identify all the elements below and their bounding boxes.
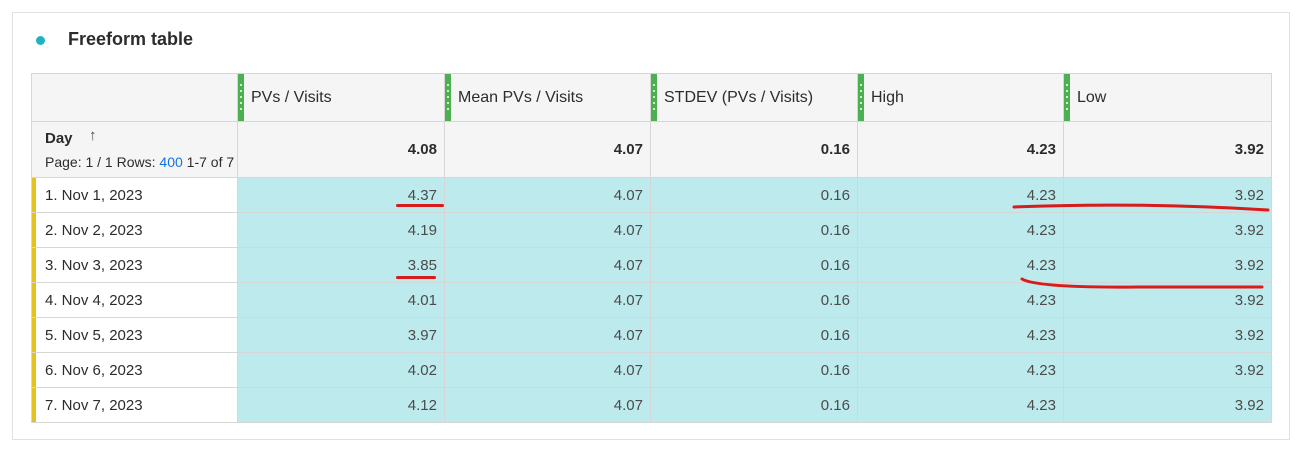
row-label-text: 3. Nov 3, 2023 [45,256,143,274]
dimension-header-blank [31,73,238,122]
panel-status-dot-icon [36,36,45,45]
row-indicator [32,248,36,282]
annotation-underline [396,204,444,207]
table-cell[interactable]: 4.23 [857,352,1064,388]
column-header-row: PVs / Visits Mean PVs / Visits STDEV (PV… [31,73,1272,122]
dimension-header[interactable]: Day ↑ Page: 1 / 1 Rows: 400 1-7 of 7 [31,121,238,178]
column-header[interactable]: High [857,73,1064,122]
table-cell[interactable]: 4.07 [444,212,651,248]
column-header-label: Mean PVs / Visits [458,89,584,106]
table-cell[interactable]: 4.07 [444,317,651,353]
row-label[interactable]: 1. Nov 1, 2023 [31,177,238,213]
table-cell[interactable]: 4.23 [857,317,1064,353]
table-cell[interactable]: 3.97 [237,317,445,353]
table-cell[interactable]: 0.16 [650,247,858,283]
column-header-label: High [871,89,904,106]
annotation-underline [396,276,436,279]
total-cell: 4.23 [857,121,1064,178]
table-cell[interactable]: 4.07 [444,177,651,213]
arrow-up-icon[interactable]: ↑ [89,127,97,144]
table-cell[interactable]: 3.92 [1063,317,1272,353]
dimension-header-label[interactable]: Day [45,130,73,147]
table-row[interactable]: 6. Nov 6, 2023 4.02 4.07 0.16 4.23 3.92 [31,352,1272,388]
totals-row: Day ↑ Page: 1 / 1 Rows: 400 1-7 of 7 4.0… [31,121,1272,178]
column-header-label: Low [1077,89,1107,106]
row-indicator [32,213,36,247]
column-header[interactable]: Mean PVs / Visits [444,73,651,122]
table-cell[interactable]: 4.07 [444,352,651,388]
annotation-stroke-path [1020,277,1264,289]
drag-handle-icon[interactable] [651,74,657,121]
column-header-label: STDEV (PVs / Visits) [664,89,814,106]
table-row[interactable]: 7. Nov 7, 2023 4.12 4.07 0.16 4.23 3.92 [31,387,1272,423]
row-label-text: 4. Nov 4, 2023 [45,291,143,309]
pagination: Page: 1 / 1 Rows: 400 1-7 of 7 [45,154,237,170]
row-label[interactable]: 6. Nov 6, 2023 [31,352,238,388]
table-cell[interactable]: 4.02 [237,352,445,388]
drag-handle-icon[interactable] [445,74,451,121]
table-cell[interactable]: 4.01 [237,282,445,318]
row-label[interactable]: 7. Nov 7, 2023 [31,387,238,423]
table-cell[interactable]: 4.37 [237,177,445,213]
row-indicator [32,353,36,387]
table-cell[interactable]: 4.07 [444,282,651,318]
row-label-text: 7. Nov 7, 2023 [45,396,143,414]
total-cell: 0.16 [650,121,858,178]
drag-handle-icon[interactable] [858,74,864,121]
row-label[interactable]: 5. Nov 5, 2023 [31,317,238,353]
row-label[interactable]: 3. Nov 3, 2023 [31,247,238,283]
row-label[interactable]: 2. Nov 2, 2023 [31,212,238,248]
column-header-label: PVs / Visits [251,89,332,106]
row-indicator [32,178,36,212]
row-label-text: 1. Nov 1, 2023 [45,186,143,204]
row-label-text: 6. Nov 6, 2023 [45,361,143,379]
total-cell: 4.07 [444,121,651,178]
drag-handle-icon[interactable] [1064,74,1070,121]
drag-handle-icon[interactable] [238,74,244,121]
table-cell[interactable]: 0.16 [650,212,858,248]
annotation-stroke-path [1012,203,1270,212]
table-cell[interactable]: 0.16 [650,387,858,423]
row-label-text: 5. Nov 5, 2023 [45,326,143,344]
table-cell[interactable]: 4.19 [237,212,445,248]
table-cell[interactable]: 3.92 [1063,212,1272,248]
table-cell[interactable]: 0.16 [650,282,858,318]
table-cell[interactable]: 4.07 [444,387,651,423]
freeform-table: PVs / Visits Mean PVs / Visits STDEV (PV… [31,73,1272,423]
table-cell[interactable]: 0.16 [650,317,858,353]
total-cell: 3.92 [1063,121,1272,178]
table-cell[interactable]: 4.07 [444,247,651,283]
row-label[interactable]: 4. Nov 4, 2023 [31,282,238,318]
pager-range: 1-7 of 7 [186,154,235,170]
table-cell[interactable]: 4.23 [857,212,1064,248]
panel-title[interactable]: Freeform table [68,29,193,50]
table-row[interactable]: 2. Nov 2, 2023 4.19 4.07 0.16 4.23 3.92 [31,212,1272,248]
column-header[interactable]: Low [1063,73,1272,122]
table-cell[interactable]: 0.16 [650,352,858,388]
table-cell[interactable]: 3.92 [1063,387,1272,423]
annotation-stroke [1012,203,1270,212]
table-cell[interactable]: 4.12 [237,387,445,423]
annotation-stroke [1020,277,1264,289]
table-cell[interactable]: 4.23 [857,387,1064,423]
table-cell[interactable]: 0.16 [650,177,858,213]
rows-per-page-select[interactable]: 400 [159,154,182,170]
row-indicator [32,283,36,317]
column-header[interactable]: STDEV (PVs / Visits) [650,73,858,122]
total-cell: 4.08 [237,121,445,178]
pager-prefix: Page: 1 / 1 Rows: [45,154,156,170]
row-label-text: 2. Nov 2, 2023 [45,221,143,239]
row-indicator [32,388,36,422]
row-indicator [32,318,36,352]
table-row[interactable]: 5. Nov 5, 2023 3.97 4.07 0.16 4.23 3.92 [31,317,1272,353]
table-cell[interactable]: 3.92 [1063,352,1272,388]
column-header[interactable]: PVs / Visits [237,73,445,122]
